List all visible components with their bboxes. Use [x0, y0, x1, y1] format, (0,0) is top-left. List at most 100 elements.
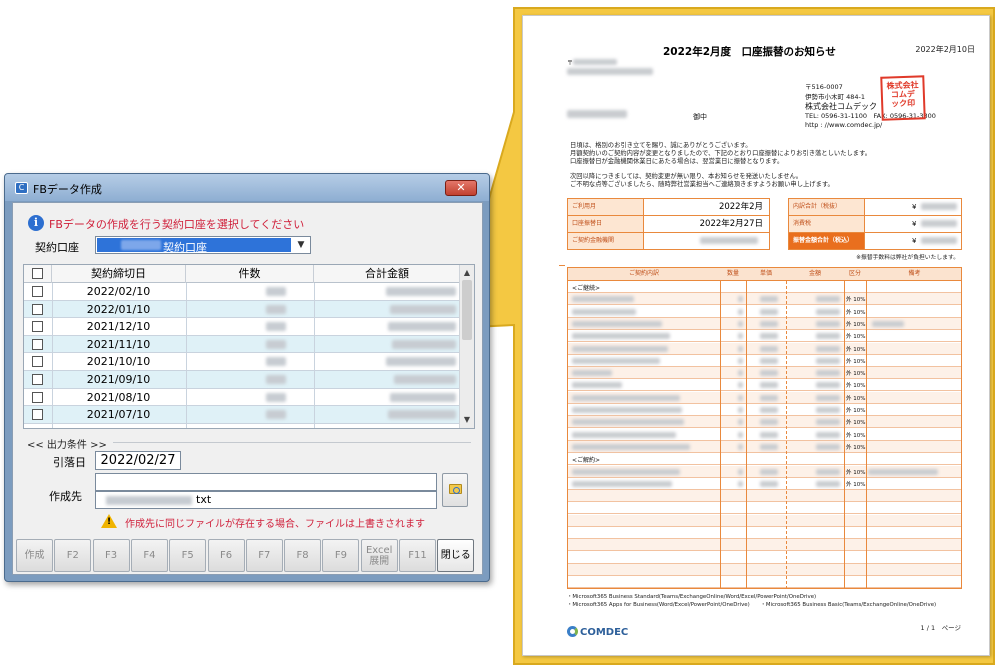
- redacted-amount: [816, 320, 840, 327]
- account-select[interactable]: 契約口座 ▼: [95, 236, 311, 254]
- closing-date-cell: 2021/10/10: [86, 355, 151, 369]
- function-key-9-button[interactable]: F9: [322, 539, 360, 572]
- function-key-5-button[interactable]: F5: [169, 539, 207, 572]
- closing-date-cell: 2021/11/10: [86, 337, 151, 351]
- destination-file-field[interactable]: txt: [95, 491, 437, 509]
- table-row[interactable]: 2022/02/10: [24, 283, 460, 301]
- comdec-brand: COMDEC: [567, 626, 628, 638]
- instruction-text: FBデータの作成を行う契約口座を選択してください: [49, 218, 305, 231]
- redacted-unit-price: [760, 431, 778, 438]
- amount-yen: ¥: [912, 220, 917, 228]
- row-checkbox[interactable]: [32, 409, 43, 421]
- redacted-unit-price: [760, 320, 778, 327]
- redacted-item-name: [572, 382, 622, 389]
- tax-category-tag: 外 10%: [846, 420, 866, 427]
- amount-summary-table: 内訳合計（税抜） ¥ 消費税 ¥ 振替金額合計（税込） ¥: [788, 198, 962, 250]
- row-checkbox[interactable]: [32, 391, 43, 403]
- detail-col-header: ご契約内訳: [628, 270, 659, 277]
- select-all-checkbox[interactable]: [32, 268, 43, 279]
- window-close-button[interactable]: ✕: [445, 180, 477, 196]
- function-key-10-button[interactable]: Excel 展開: [360, 539, 398, 572]
- col-header-closing-date: 契約締切日: [52, 265, 186, 283]
- message-line: ご不明な点等ございましたら、随時弊社営業担当へご連絡頂きますようお願い申し上げま…: [570, 181, 834, 188]
- detail-row: [568, 490, 961, 503]
- redacted-unit-price: [760, 407, 778, 413]
- function-key-6-button[interactable]: F6: [207, 539, 245, 572]
- scroll-thumb[interactable]: [462, 280, 472, 340]
- scroll-down-icon[interactable]: ▼: [460, 413, 474, 427]
- redacted-unit-price: [760, 382, 778, 389]
- table-row[interactable]: 2021/07/10: [24, 406, 460, 424]
- destination-folder-field[interactable]: [95, 473, 437, 491]
- redacted-quantity: [738, 394, 743, 401]
- redacted-quantity: [738, 419, 743, 426]
- tax-category-tag: 外 10%: [846, 444, 866, 451]
- redacted-quantity: [738, 407, 743, 413]
- header-checkbox-cell: [24, 265, 52, 283]
- detail-row: 外 10%: [568, 342, 961, 355]
- sender-url: http : //www.comdec.jp/: [805, 121, 883, 129]
- redacted-unit-price: [760, 394, 778, 401]
- doc-title: 2022年2月度 口座振替のお知らせ: [663, 46, 836, 58]
- table-row[interactable]: 2021/11/10: [24, 335, 460, 354]
- row-checkbox[interactable]: [32, 374, 43, 385]
- redacted-remark: [868, 468, 938, 475]
- chevron-down-icon[interactable]: ▼: [294, 238, 308, 252]
- detail-divider: [866, 281, 867, 589]
- function-key-11-button[interactable]: F11: [399, 539, 436, 572]
- detail-divider: [844, 281, 845, 589]
- function-key-12-button[interactable]: 閉じる: [437, 539, 475, 572]
- due-date-input[interactable]: 2022/02/27: [95, 451, 181, 470]
- redacted-amount: [921, 220, 957, 227]
- redacted-count: [266, 410, 286, 420]
- redacted-item-name: [572, 320, 662, 327]
- table-row[interactable]: 2022/01/10: [24, 300, 460, 319]
- function-key-7-button[interactable]: F7: [245, 539, 283, 572]
- contract-grid: 契約締切日 件数 合計金額 2022/02/10 2022/01/10 2021/1…: [23, 264, 475, 429]
- grid-divider: [186, 283, 187, 428]
- detail-header: ご契約内訳 数量 単価 金額 区分 備考: [568, 268, 961, 281]
- function-key-4-button[interactable]: F4: [130, 539, 168, 572]
- function-key-1-button[interactable]: 作成: [16, 539, 53, 572]
- browse-folder-button[interactable]: [442, 473, 468, 507]
- table-row[interactable]: 2021/12/10: [24, 318, 460, 336]
- tax-category-tag: 外 10%: [846, 432, 866, 439]
- redacted-item-name: [572, 480, 672, 487]
- closing-date-cell: 2021/09/10: [86, 373, 151, 386]
- redacted-remark: [872, 320, 904, 327]
- bank-transfer-notice-document: 2022年2月10日 2022年2月度 口座振替のお知らせ 〒 御中 〒516-…: [522, 15, 990, 656]
- closing-date-cell: 2021/08/10: [86, 390, 151, 404]
- function-key-3-button[interactable]: F3: [92, 539, 130, 572]
- function-key-8-button[interactable]: F8: [284, 539, 322, 572]
- redacted-total: [386, 357, 456, 367]
- tax-category-tag: 外 10%: [846, 481, 866, 488]
- table-row[interactable]: 2021/09/10: [24, 371, 460, 389]
- function-key-2-button[interactable]: F2: [54, 539, 92, 572]
- redacted-amount: [816, 357, 840, 364]
- detail-row: 外 10%: [568, 355, 961, 367]
- detail-row: 外 10%: [568, 440, 961, 453]
- redacted-total: [392, 339, 456, 349]
- closing-date-cell: 2022/02/10: [86, 285, 151, 298]
- redacted-quantity: [738, 370, 743, 377]
- redacted-item-name: [572, 394, 680, 401]
- row-checkbox[interactable]: [32, 356, 43, 368]
- redacted-amount: [816, 333, 840, 340]
- detail-row: 外 10%: [568, 367, 961, 380]
- scroll-up-icon[interactable]: ▲: [460, 266, 474, 280]
- row-checkbox[interactable]: [32, 338, 43, 350]
- table-row[interactable]: 2021/08/10: [24, 389, 460, 407]
- detail-row: 外 10%: [568, 379, 961, 392]
- row-checkbox[interactable]: [32, 321, 43, 333]
- redacted-amount: [921, 237, 957, 244]
- title-bar[interactable]: C FBデータ作成 ✕: [5, 174, 489, 201]
- detail-col-header: 備考: [908, 270, 921, 277]
- account-label: 契約口座: [35, 241, 79, 254]
- grid-scrollbar[interactable]: ▲ ▼: [459, 265, 474, 428]
- table-row[interactable]: 2021/10/10: [24, 353, 460, 371]
- detail-row: 外 10%: [568, 429, 961, 441]
- detail-col-header: 数量: [726, 270, 739, 277]
- redacted-item-name: [572, 370, 612, 377]
- row-checkbox[interactable]: [32, 286, 43, 297]
- row-checkbox[interactable]: [32, 303, 43, 315]
